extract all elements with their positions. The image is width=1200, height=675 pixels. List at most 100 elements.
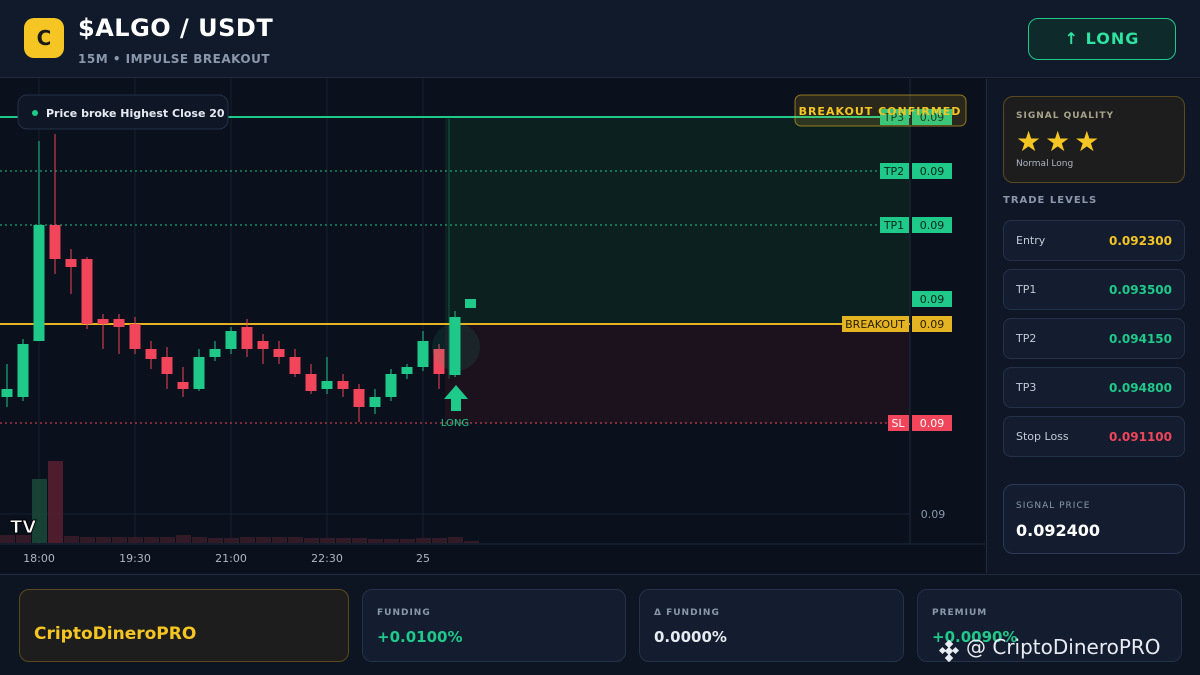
candle-body [177,382,189,389]
candle-body [289,357,301,374]
funding-label: FUNDING [377,608,431,618]
volume-bar [128,537,143,543]
pair-title: $ALGO / USDT [78,14,274,42]
alert-text: Price broke Highest Close 20 [46,107,225,120]
candle-body [225,331,237,349]
time-label: 22:30 [311,552,343,565]
candle-body [145,349,157,359]
grid-vertical [38,79,424,544]
candle-body [369,397,381,407]
candle-body [97,319,109,324]
candle-body [129,324,141,349]
volume-bar [288,537,303,543]
volume-bar [320,538,335,543]
breakout-confirmed-label: BREAKOUT CONFIRMED [799,105,962,118]
next-candle-marker [465,299,476,308]
volume-bar [416,538,431,543]
long-marker-label: LONG [441,418,469,429]
signal-panel: SIGNAL QUALITY ★★★ Normal Long TRADE LEV… [986,79,1200,573]
last-price-label: 0.09 [920,293,945,306]
candle-body [337,381,349,389]
level-value: 0.091100 [1108,430,1172,444]
alert-dot-icon [32,110,38,116]
delta-funding-label: Δ FUNDING [654,608,720,618]
candle-body [65,259,77,267]
breakout-price-label: 0.09 [920,318,945,331]
binance-icon [938,640,960,662]
volume-bar [448,537,463,543]
volume-bar [256,537,271,543]
candle-body [193,357,205,389]
funding-value: +0.0100% [377,628,463,646]
signal-quality-label: Normal Long [1016,159,1074,169]
candle-body [113,319,125,327]
level-value: 0.094800 [1108,381,1172,395]
profit-zone [445,117,910,324]
level-tp2: TP2 0.094150 [1003,318,1185,359]
candle-body [257,341,269,349]
volume-bar [272,537,287,543]
time-axis: 18:00 19:30 21:00 22:30 25 [23,552,430,565]
funding-card: FUNDING +0.0100% [362,589,626,662]
level-entry: Entry 0.092300 [1003,220,1185,261]
volume-bar [224,538,239,543]
level-value: 0.094150 [1108,332,1172,346]
trade-levels-title: TRADE LEVELS [1003,195,1098,206]
volume-bar [64,536,79,543]
watermark: @ CriptoDineroPRO [966,635,1161,659]
header: C $ALGO / USDT 15M • IMPULSE BREAKOUT ↑ … [0,0,1200,78]
time-label: 19:30 [119,552,151,565]
volume-bar [400,539,415,543]
signal-quality-title: SIGNAL QUALITY [1016,111,1114,121]
volume-bar [240,537,255,543]
tp1-price-label: 0.09 [920,219,945,232]
star-rating-icon: ★★★ [1016,125,1104,158]
volume-axis-label: 0.09 [921,508,946,521]
candle-body [385,374,397,397]
level-stop-loss: Stop Loss 0.091100 [1003,416,1185,457]
pair-subtitle: 15M • IMPULSE BREAKOUT [78,52,271,66]
signal-quality-card: SIGNAL QUALITY ★★★ Normal Long [1003,96,1185,183]
brand-card: CriptoDineroPRO [19,589,349,662]
volume-bar [176,535,191,543]
footer: CriptoDineroPRO FUNDING +0.0100% Δ FUNDI… [0,574,1200,675]
candle-body [353,389,365,407]
candle-body [49,225,61,259]
candle-body [273,349,285,357]
level-value: 0.092300 [1108,234,1172,248]
tp1-tag-label: TP1 [883,219,904,232]
volume-bar [464,541,479,543]
time-label: 21:00 [215,552,247,565]
premium-label: PREMIUM [932,608,988,618]
tradingview-logo: TV [10,517,36,538]
level-name: TP3 [1016,381,1037,394]
volume-bar [304,538,319,543]
candle-body [209,349,221,357]
volume-bar [160,537,175,543]
delta-funding-card: Δ FUNDING 0.0000% [639,589,904,662]
volume-bar [368,539,383,543]
tp2-tag-label: TP2 [883,165,904,178]
signal-price-card: SIGNAL PRICE 0.092400 [1003,484,1185,554]
chart-canvas: LONG Price broke Highest Close 20 TP3 0.… [0,79,985,565]
candle-body [321,381,333,389]
signal-price-value: 0.092400 [1016,521,1101,540]
sl-price-label: 0.09 [920,417,945,430]
candle-body [17,344,29,397]
level-name: TP2 [1016,332,1037,345]
price-chart[interactable]: LONG Price broke Highest Close 20 TP3 0.… [0,79,985,573]
volume-bar [96,537,111,543]
volume-bar [352,538,367,543]
brand-logo: C [24,18,64,58]
brand-name: CriptoDineroPRO [34,624,197,644]
volume-bar [48,461,63,543]
level-name: TP1 [1016,283,1037,296]
level-name: Stop Loss [1016,430,1069,443]
signal-price-label: SIGNAL PRICE [1016,501,1091,511]
risk-zone [445,324,910,423]
candle-body [401,367,413,374]
volume-bar [192,537,207,543]
signal-glow [432,323,480,371]
candle-body [81,259,93,324]
long-button[interactable]: ↑ LONG [1028,18,1176,60]
